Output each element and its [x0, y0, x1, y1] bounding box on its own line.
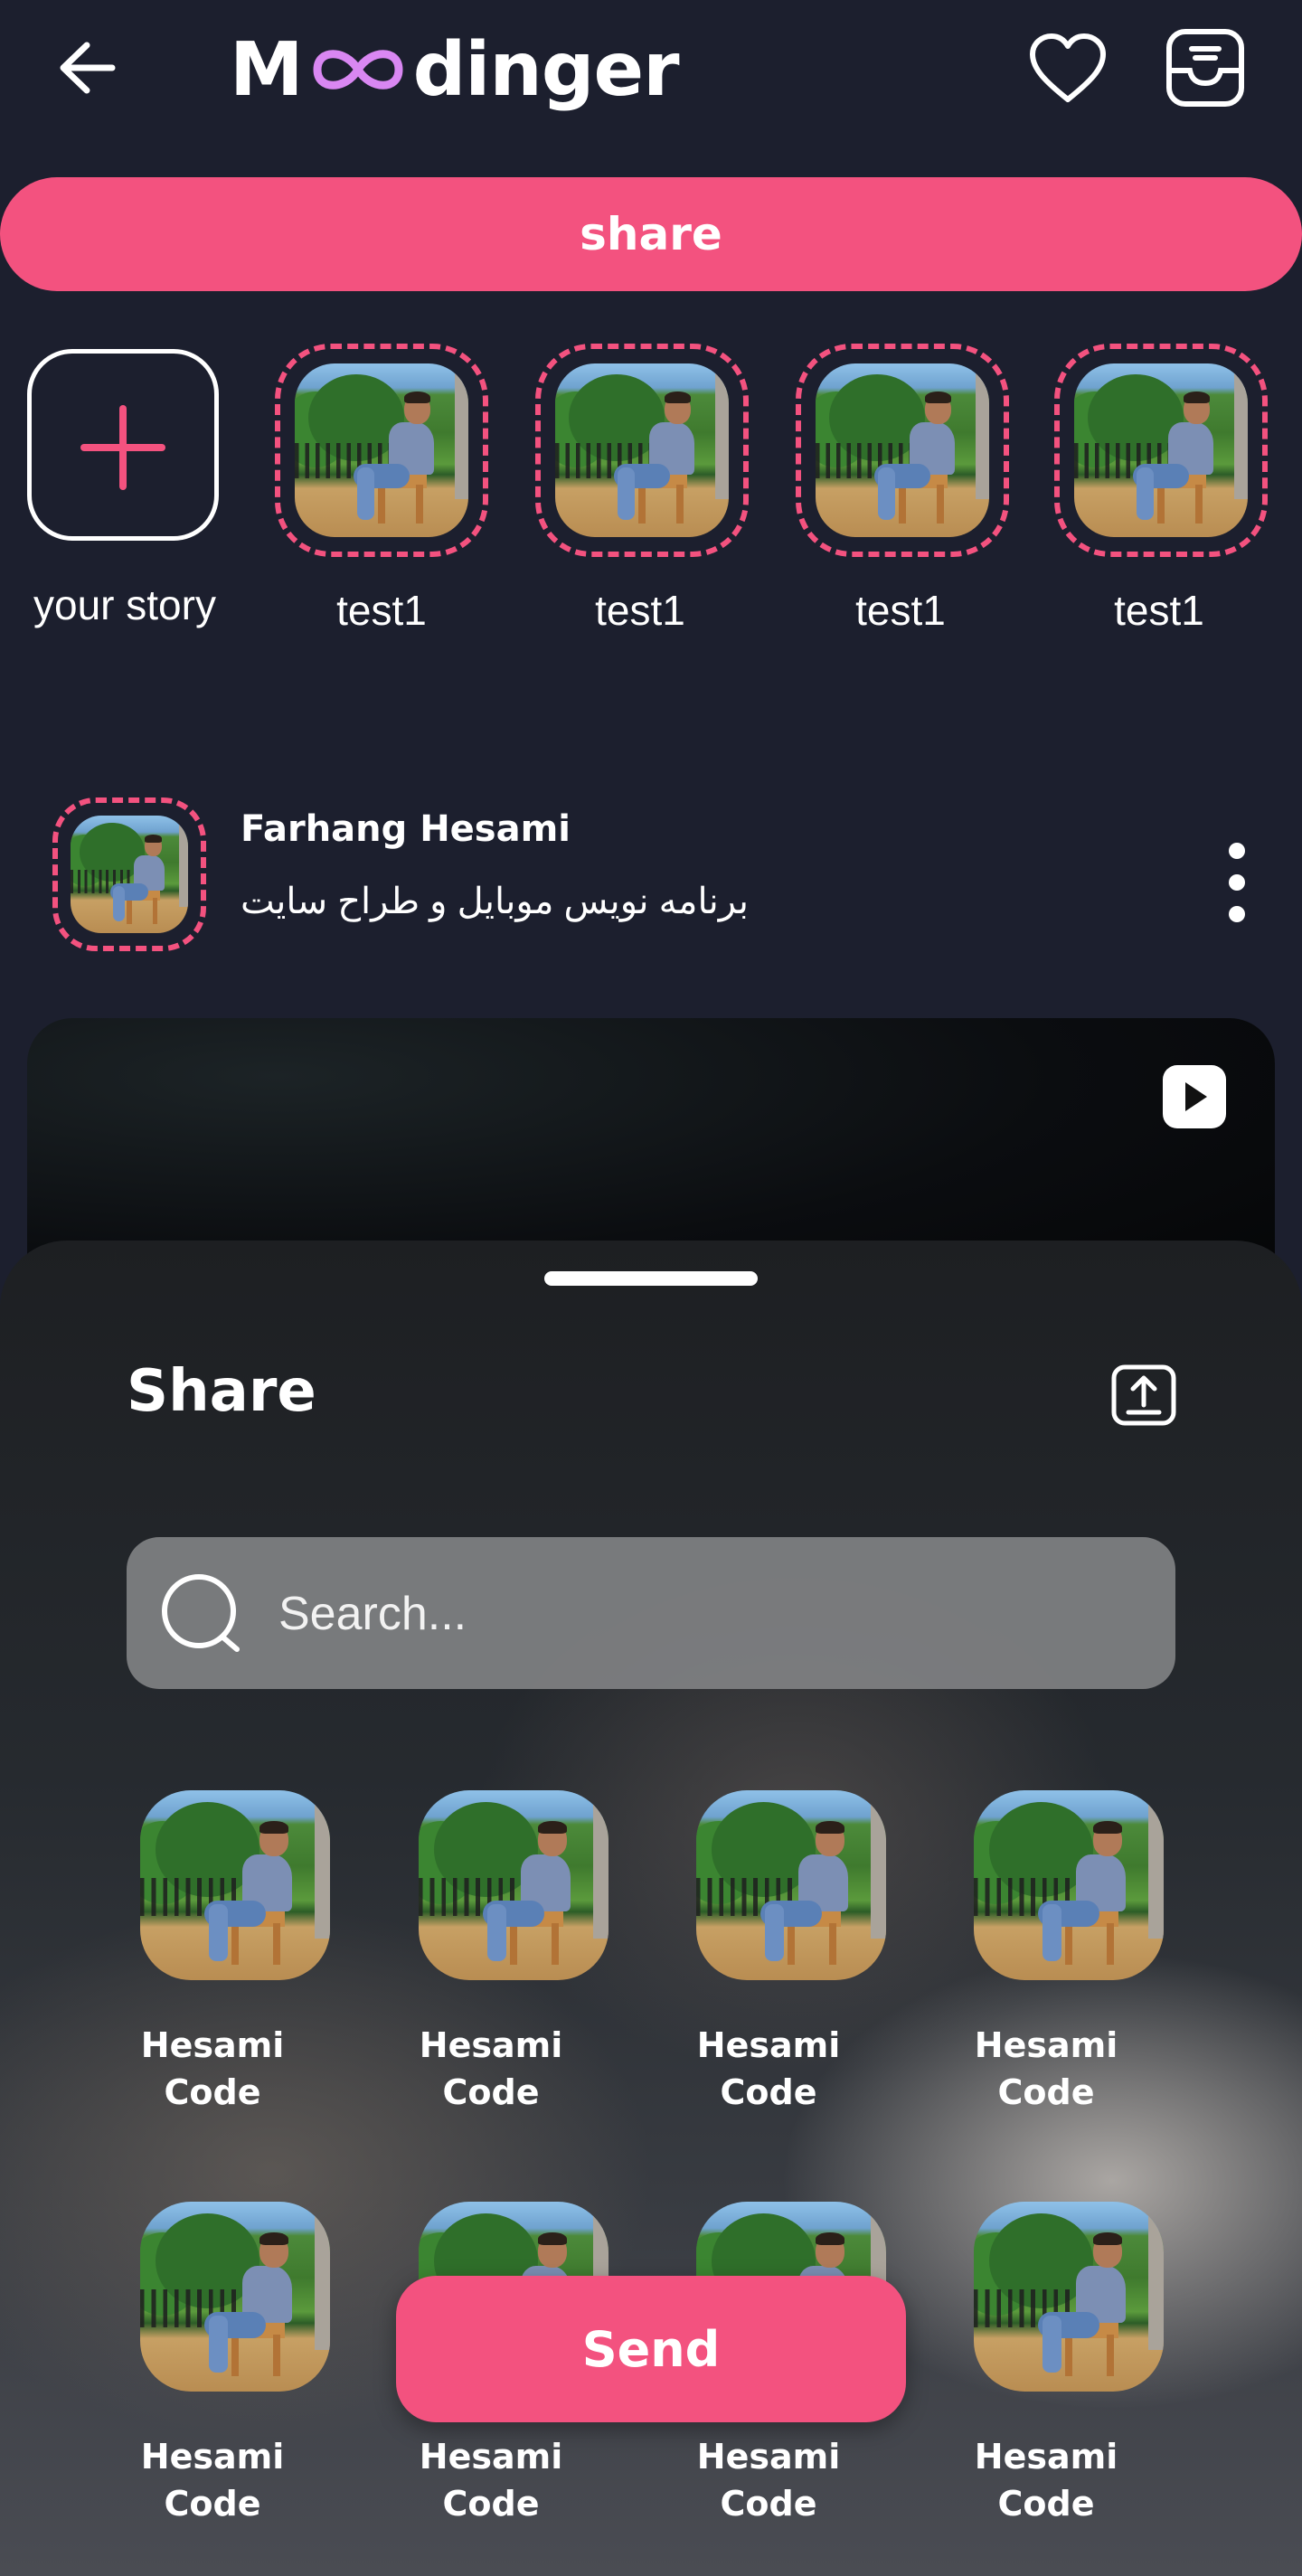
contact-item[interactable]: Hesami Code [652, 1790, 887, 2134]
contact-item[interactable]: Hesami Code [96, 1790, 331, 2134]
sheet-title: Share [127, 1358, 316, 1425]
story-item[interactable] [1054, 344, 1268, 557]
stories-row: your story test1 test1 test1 test1 [0, 344, 1302, 651]
post-author-avatar[interactable] [52, 797, 206, 951]
story-avatar [295, 363, 468, 537]
contact-avatar [974, 2202, 1164, 2392]
story-item[interactable] [796, 344, 1009, 557]
contact-name: Hesami Code [696, 2437, 841, 2524]
back-arrow-icon[interactable] [56, 36, 128, 99]
contact-item[interactable]: Hesami Code [929, 1790, 1165, 2134]
contact-avatar [419, 1790, 609, 1980]
search-box [127, 1537, 1175, 1691]
upload-icon[interactable] [1110, 1363, 1177, 1427]
contact-name: Hesami Code [140, 2437, 285, 2524]
logo-suffix: dinger [412, 26, 680, 113]
story-item[interactable] [535, 344, 749, 557]
video-icon [1163, 1065, 1226, 1128]
contact-item[interactable]: Hesami Code [929, 2202, 1165, 2545]
contact-name: Hesami Code [974, 2437, 1118, 2524]
story-label: test1 [336, 587, 427, 634]
story-label: test1 [855, 587, 946, 634]
contact-name: Hesami Code [419, 2025, 563, 2112]
contact-avatar [696, 1790, 886, 1980]
avatar [71, 816, 188, 933]
app-header: M dinger [0, 0, 1302, 163]
contact-item[interactable]: Hesami Code [374, 1790, 609, 2134]
story-label: test1 [1114, 587, 1204, 634]
logo-prefix: M [230, 26, 304, 113]
search-input[interactable] [277, 1537, 1148, 1691]
story-avatar [816, 363, 989, 537]
contact-name: Hesami Code [140, 2025, 285, 2112]
post-author-name[interactable]: Farhang Hesami [241, 808, 571, 850]
contact-avatar [974, 1790, 1164, 1980]
contact-item[interactable]: Hesami Code [96, 2202, 331, 2545]
post-header: Farhang Hesami برنامه نویس موبایل و طراح… [0, 778, 1302, 958]
heart-icon[interactable] [1027, 31, 1109, 107]
story-avatar [555, 363, 729, 537]
post-author-bio: برنامه نویس موبایل و طراح سایت [241, 882, 749, 921]
search-icon [162, 1574, 240, 1652]
app-logo: M dinger [230, 20, 680, 119]
sheet-drag-handle[interactable] [544, 1271, 758, 1286]
share-button[interactable]: share [0, 177, 1302, 291]
story-avatar [1074, 363, 1248, 537]
infinity-icon [313, 50, 403, 90]
contact-avatar [140, 1790, 330, 1980]
send-button[interactable]: Send [396, 2276, 906, 2422]
share-sheet: Share Hesami Code Hesami Code [0, 1241, 1302, 2576]
add-story-button[interactable] [27, 349, 219, 541]
story-item[interactable] [275, 344, 488, 557]
contact-name: Hesami Code [696, 2025, 841, 2112]
your-story-label: your story [33, 581, 216, 628]
more-options-icon[interactable] [1221, 837, 1253, 928]
inbox-icon[interactable] [1165, 27, 1246, 109]
contact-name: Hesami Code [419, 2437, 563, 2524]
story-label: test1 [595, 587, 685, 634]
contact-name: Hesami Code [974, 2025, 1118, 2112]
contact-avatar [140, 2202, 330, 2392]
